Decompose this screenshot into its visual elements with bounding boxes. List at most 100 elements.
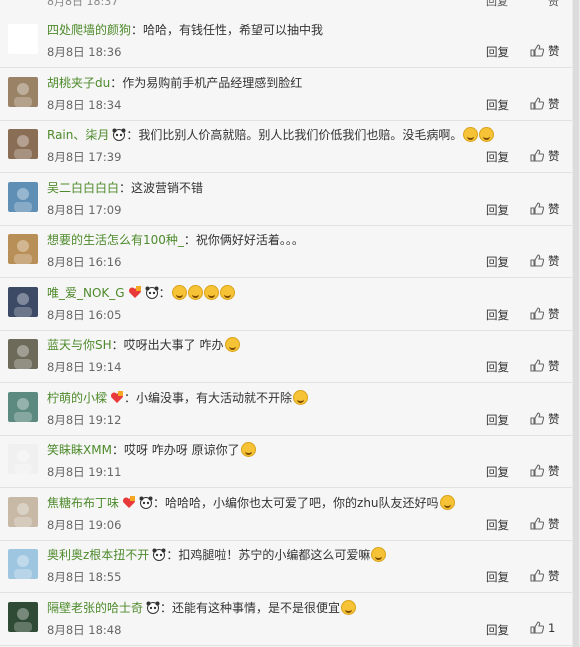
like-button[interactable]: 赞 [530, 411, 560, 427]
scrollbar[interactable] [572, 0, 580, 647]
username-link[interactable]: Rain、柒月 [47, 128, 109, 142]
reply-button[interactable]: 回复 [486, 517, 509, 533]
reply-button[interactable]: 回复 [486, 0, 508, 8]
reply-button[interactable]: 回复 [486, 202, 509, 218]
comment-body: Rain、柒月 ：我们比别人价高就赔。别人比我们价低我们也赔。没毛病啊。 [47, 126, 495, 144]
comment-time: 8月8日 18:48 [47, 622, 122, 637]
colon-separator: ： [158, 285, 171, 300]
comment-item: 焦糖布布丁味 ：哈哈哈，小编你也太可爱了吧，你的zhu队友还好吗 8月8日 19:0… [0, 488, 572, 541]
username-link[interactable]: 奥利奥z根本扭不开 [47, 548, 149, 562]
avatar[interactable] [8, 24, 38, 54]
comment-item: 想要的生活怎么有100种_：祝你俩好好活着。。。 8月8日 16:16 回复 赞 [0, 225, 572, 278]
thumbs-up-icon [530, 96, 545, 110]
smile-emoji-icon [224, 337, 240, 352]
comment-body: 柠萌的小樑 ：小编没事，有大活动就不开除 [47, 389, 309, 407]
username-link[interactable]: 隔壁老张的哈士奇 [47, 601, 143, 615]
thumbs-up-icon [530, 569, 545, 582]
comment-time: 8月8日 19:14 [47, 360, 122, 374]
username-link[interactable]: 蓝天与你SH [47, 338, 112, 352]
username-link[interactable]: 吴二白白白白 [47, 181, 119, 195]
avatar[interactable] [8, 76, 38, 107]
smile-emoji-icon [341, 599, 357, 615]
colon-separator: ： [124, 390, 137, 405]
like-button[interactable]: 赞 [530, 463, 560, 479]
smile-emoji-icon [293, 389, 309, 405]
thumbs-up-icon [530, 411, 545, 425]
like-button[interactable]: 1 [530, 621, 555, 635]
like-label: 赞 [548, 44, 560, 58]
like-label: 赞 [548, 516, 560, 531]
colon-separator: ： [166, 548, 179, 562]
scrollbar-track[interactable] [573, 0, 579, 647]
like-label: 赞 [548, 96, 560, 111]
reply-button[interactable]: 回复 [486, 622, 509, 638]
smile-emoji-icon [240, 442, 256, 457]
username-link[interactable]: 唯_爱_NOK_G [47, 286, 125, 300]
avatar[interactable] [8, 444, 38, 474]
thumbs-up-icon [530, 201, 545, 215]
username-link[interactable]: 四处爬墙的颜狗 [47, 23, 131, 37]
smile-emoji-icon [203, 284, 219, 300]
like-button[interactable]: 赞 [530, 96, 560, 112]
comment-body: 吴二白白白白：这波营销不错 [47, 179, 203, 197]
reply-button[interactable]: 回复 [486, 149, 509, 165]
thumbs-up-icon [530, 44, 545, 57]
reply-button[interactable]: 回复 [486, 254, 509, 270]
reply-button[interactable]: 回复 [486, 412, 509, 428]
like-button[interactable]: 赞 [530, 306, 560, 322]
comment-item: 柠萌的小樑 ：小编没事，有大活动就不开除 8月8日 19:12 回复 赞 [0, 383, 572, 436]
like-label: 赞 [548, 254, 560, 268]
avatar[interactable] [8, 286, 38, 317]
like-button[interactable]: 赞 [530, 516, 560, 532]
like-button[interactable]: 赞 [530, 568, 560, 584]
comment-item: 吴二白白白白：这波营销不错 8月8日 17:09 回复 赞 [0, 173, 572, 226]
smile-emoji-icon [371, 547, 387, 562]
thumbs-up-icon [530, 254, 545, 267]
avatar[interactable] [8, 129, 38, 159]
avatar[interactable] [8, 549, 38, 579]
username-link[interactable]: 想要的生活怎么有100种_ [47, 233, 184, 247]
like-button[interactable]: 赞 [530, 201, 560, 217]
thumbs-up-icon [530, 464, 545, 477]
username-link[interactable]: 柠萌的小樑 [47, 391, 107, 405]
avatar[interactable] [8, 339, 38, 369]
avatar[interactable] [8, 181, 38, 212]
panda-badge-icon [145, 286, 159, 299]
smile-emoji-icon [479, 127, 495, 142]
username-link[interactable]: 胡桃夹子du [47, 76, 110, 90]
comment-text: 我们比别人价高就赔。别人比我们价低我们也赔。没毛病啊。 [138, 128, 463, 142]
panda-badge-icon [112, 128, 126, 141]
reply-button[interactable]: 回复 [486, 44, 509, 60]
like-button[interactable]: 赞 [530, 148, 560, 164]
reply-button[interactable]: 回复 [486, 359, 509, 375]
comment-time: 8月8日 19:12 [47, 412, 122, 427]
comment-body: 唯_爱_NOK_G ： [47, 284, 235, 302]
smile-emoji-icon [171, 284, 187, 300]
like-label: 赞 [548, 411, 560, 426]
like-button[interactable]: 赞 [530, 43, 560, 59]
avatar[interactable] [8, 234, 38, 264]
like-button[interactable]: 赞 [530, 358, 560, 374]
comment-time: 8月8日 19:06 [47, 517, 122, 532]
reply-button[interactable]: 回复 [486, 307, 509, 323]
username-link[interactable]: 笑眛眛XMM [47, 443, 112, 457]
colon-separator: ： [126, 128, 139, 142]
like-label: 赞 [548, 201, 560, 216]
avatar[interactable] [8, 496, 38, 527]
comment-text: 哈哈哈，小编你也太可爱了吧，你的zhu队友还好吗 [165, 495, 439, 510]
reply-button[interactable]: 回复 [486, 464, 509, 480]
member-badge-icon [128, 285, 142, 299]
avatar[interactable] [8, 391, 38, 422]
comment-text: 祝你俩好好活着。。。 [195, 233, 304, 247]
reply-button[interactable]: 回复 [486, 569, 509, 585]
reply-button[interactable]: 回复 [486, 97, 509, 113]
like-button[interactable]: 赞 [530, 253, 560, 269]
colon-separator: ： [110, 75, 123, 90]
member-badge-icon [122, 495, 136, 509]
comment-time: 8月8日 17:09 [47, 202, 122, 217]
like-button[interactable]: 赞 [548, 0, 559, 8]
comment-text: 哎呀 咋办呀 原谅你了 [123, 443, 240, 457]
comment-text: 扣鸡腿啦！苏宁的小编都这么可爱嘛 [178, 548, 371, 562]
avatar[interactable] [8, 601, 38, 632]
username-link[interactable]: 焦糖布布丁味 [47, 496, 119, 510]
